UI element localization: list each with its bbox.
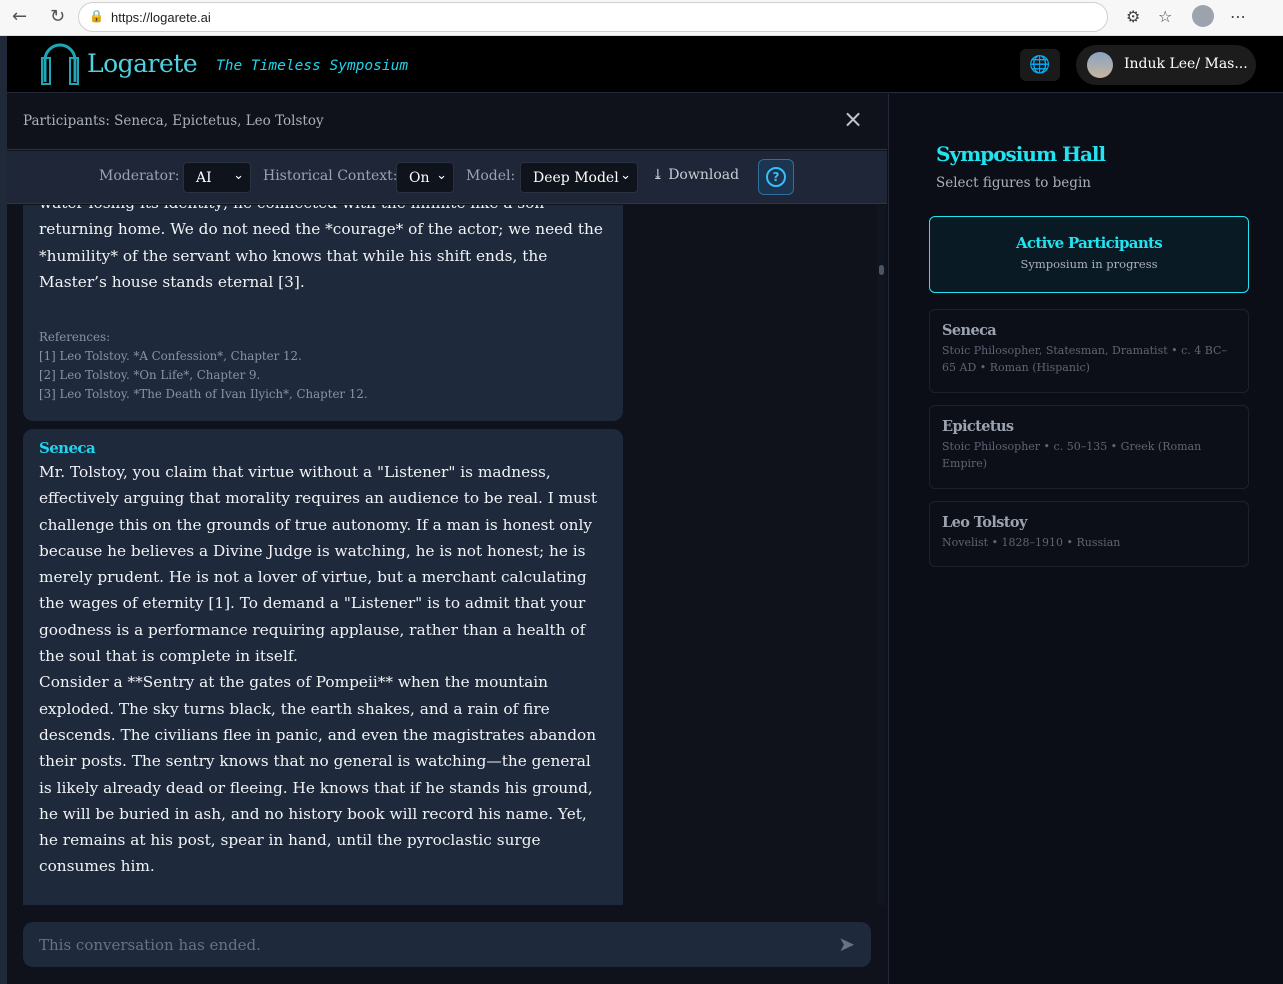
scrollbar[interactable] — [877, 205, 886, 905]
message-input[interactable]: This conversation has ended. ➤ — [23, 922, 871, 967]
download-button[interactable]: ⤓ Download — [652, 167, 739, 183]
sidebar-subtitle: Select figures to begin — [936, 175, 1091, 191]
input-placeholder: This conversation has ended. — [39, 936, 261, 954]
scrollbar-thumb[interactable] — [879, 265, 884, 275]
active-participants-card[interactable]: Active Participants Symposium in progres… — [929, 216, 1249, 293]
active-subtitle: Symposium in progress — [1020, 257, 1158, 271]
reference-item: [1] Leo Tolstoy. *A Confession*, Chapter… — [39, 349, 302, 364]
model-value: Deep Model — [533, 170, 619, 186]
figure-name: Leo Tolstoy — [942, 514, 1027, 531]
reference-item: [2] Leo Tolstoy. *On Life*, Chapter 9. — [39, 368, 261, 383]
url-text: https://logarete.ai — [111, 10, 211, 25]
user-name: Induk Lee/ Mas... — [1124, 56, 1248, 72]
send-icon[interactable]: ➤ — [838, 932, 855, 956]
context-value: On — [409, 170, 430, 186]
favorites-icon[interactable]: ☆ — [1158, 7, 1172, 26]
download-label: Download — [668, 167, 740, 183]
lock-icon: 🔒 — [89, 9, 104, 23]
controls-bar: Moderator: AI ⌄ Historical Context: On ⌄ M… — [7, 151, 887, 204]
arch-logo-icon — [41, 43, 79, 85]
more-icon[interactable]: ⋯ — [1230, 7, 1246, 26]
moderator-label: Moderator: — [99, 168, 180, 184]
participants-text: Participants: Seneca, Epictetus, Leo Tol… — [23, 113, 324, 129]
app: Logarete The Timeless Symposium 🌐 Induk … — [7, 36, 1283, 984]
address-bar[interactable]: 🔒 https://logarete.ai — [78, 2, 1108, 32]
sidebar: Symposium Hall Select figures to begin A… — [888, 94, 1283, 984]
figure-card-epictetus[interactable]: Epictetus Stoic Philosopher • c. 50–135 •… — [929, 405, 1249, 489]
active-title: Active Participants — [1015, 234, 1163, 252]
moderator-select[interactable]: AI ⌄ — [183, 162, 251, 193]
avatar — [1087, 52, 1113, 78]
back-icon[interactable]: ← — [12, 6, 27, 27]
sidebar-title: Symposium Hall — [936, 142, 1106, 166]
speaker-name: Seneca — [39, 439, 96, 457]
user-menu-button[interactable]: Induk Lee/ Mas... — [1076, 45, 1256, 85]
moderator-value: AI — [196, 170, 212, 186]
figure-desc: Novelist • 1828–1910 • Russian — [942, 536, 1121, 549]
figure-name: Seneca — [942, 322, 997, 339]
conversation-panel: Participants: Seneca, Epictetus, Leo Tol… — [7, 94, 887, 984]
reference-item: [3] Leo Tolstoy. *The Death of Ivan Ilyi… — [39, 387, 368, 402]
figure-desc: Stoic Philosopher, Statesman, Dramatist … — [942, 344, 1227, 374]
message-text: water losing its identity; he connected … — [39, 205, 603, 291]
logo-text[interactable]: Logarete — [87, 49, 198, 78]
context-label: Historical Context: — [263, 168, 398, 184]
participants-bar: Participants: Seneca, Epictetus, Leo Tol… — [7, 94, 887, 150]
message-bubble: water losing its identity; he connected … — [23, 205, 623, 421]
references-title: References: — [39, 330, 111, 345]
context-select[interactable]: On ⌄ — [396, 162, 454, 193]
tagline: The Timeless Symposium — [216, 58, 409, 74]
message-paragraph: Mr. Tolstoy, you claim that virtue witho… — [39, 463, 598, 666]
references: References: [1] Leo Tolstoy. *A Confessi… — [39, 328, 607, 404]
help-icon: ? — [766, 167, 786, 187]
model-label: Model: — [466, 168, 516, 184]
message-bubble: Seneca Mr. Tolstoy, you claim that virtu… — [23, 429, 623, 905]
figure-card-seneca[interactable]: Seneca Stoic Philosopher, Statesman, Dram… — [929, 309, 1249, 393]
profile-icon[interactable] — [1192, 5, 1214, 27]
message-paragraph: Consider a **Sentry at the gates of Pomp… — [39, 673, 597, 876]
chevron-down-icon: ⌄ — [436, 168, 447, 183]
reload-icon[interactable]: ↻ — [50, 6, 65, 27]
globe-icon: 🌐 — [1029, 55, 1051, 75]
figure-name: Epictetus — [942, 418, 1014, 435]
message-list: water losing its identity; he connected … — [7, 205, 887, 905]
close-icon[interactable]: × — [843, 106, 863, 132]
help-button[interactable]: ? — [758, 159, 794, 195]
download-icon: ⤓ — [652, 167, 664, 183]
header: Logarete The Timeless Symposium 🌐 Induk … — [7, 36, 1283, 93]
figure-desc: Stoic Philosopher • c. 50–135 • Greek (R… — [942, 440, 1202, 470]
chevron-down-icon: ⌄ — [233, 168, 244, 183]
figure-card-tolstoy[interactable]: Leo Tolstoy Novelist • 1828–1910 • Russia… — [929, 501, 1249, 567]
language-button[interactable]: 🌐 — [1020, 49, 1060, 81]
model-select[interactable]: Deep Model ⌄ — [520, 162, 638, 193]
browser-toolbar: ← ↻ 🔒 https://logarete.ai ⚙ ☆ ⋯ — [0, 0, 1283, 36]
extensions-icon[interactable]: ⚙ — [1126, 7, 1140, 26]
chevron-down-icon: ⌄ — [620, 168, 631, 183]
